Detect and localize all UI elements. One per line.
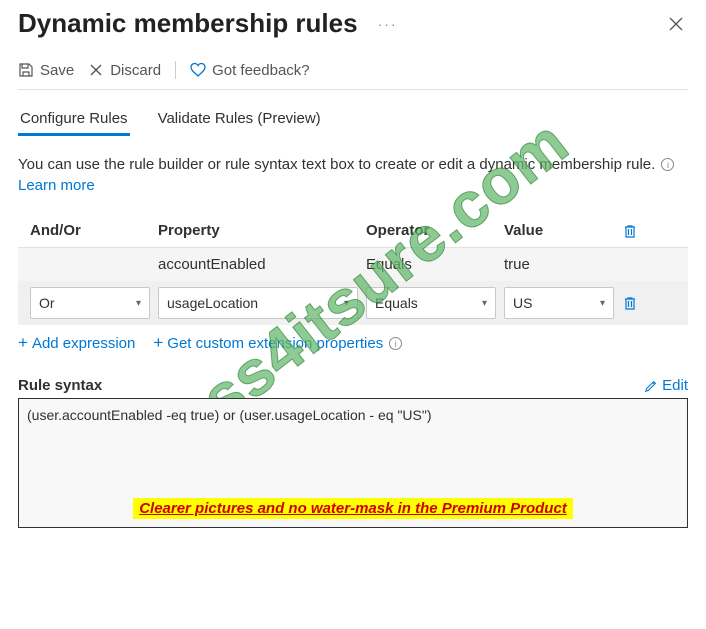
tab-validate-rules[interactable]: Validate Rules (Preview)	[156, 104, 323, 136]
dynamic-membership-panel: Pass4itsure.com Dynamic membership rules…	[0, 0, 706, 546]
rule-syntax-label: Rule syntax	[18, 377, 102, 394]
toolbar: Save Discard Got feedback?	[18, 57, 688, 90]
rule-builder-table: And/Or Property Operator Value accountEn…	[18, 214, 688, 325]
info-icon[interactable]: i	[661, 158, 674, 171]
delete-all-button[interactable]	[622, 223, 652, 239]
description-body: You can use the rule builder or rule syn…	[18, 156, 655, 173]
close-icon	[668, 16, 684, 32]
promo-text: Clearer pictures and no water-mask in th…	[133, 498, 573, 519]
rule-syntax-box[interactable]: (user.accountEnabled -eq true) or (user.…	[18, 398, 688, 528]
property-dropdown[interactable]: usageLocation ▾	[158, 287, 358, 319]
tabs: Configure Rules Validate Rules (Preview)	[18, 104, 688, 136]
more-menu[interactable]: ···	[378, 16, 398, 32]
rule-syntax-header: Rule syntax Edit	[18, 377, 688, 394]
andor-value: Or	[39, 295, 55, 311]
heart-icon	[190, 62, 206, 78]
cell-operator: Equals	[366, 256, 496, 273]
close-button[interactable]	[664, 12, 688, 36]
info-icon[interactable]: i	[389, 337, 402, 350]
property-value: usageLocation	[167, 295, 258, 311]
col-header-andor: And/Or	[20, 222, 150, 239]
plus-icon: +	[153, 333, 163, 353]
table-header-row: And/Or Property Operator Value	[18, 214, 688, 248]
promo-banner: Clearer pictures and no water-mask in th…	[19, 500, 687, 517]
get-extension-properties-button[interactable]: + Get custom extension properties i	[153, 333, 402, 353]
operator-dropdown[interactable]: Equals ▾	[366, 287, 496, 319]
col-header-property: Property	[158, 222, 358, 239]
andor-dropdown[interactable]: Or ▾	[30, 287, 150, 319]
col-header-value: Value	[504, 222, 614, 239]
add-expression-button[interactable]: + Add expression	[18, 333, 135, 353]
chevron-down-icon: ▾	[482, 298, 487, 309]
operator-value: Equals	[375, 295, 418, 311]
chevron-down-icon: ▾	[136, 298, 141, 309]
cell-value: true	[504, 256, 614, 273]
save-icon	[18, 62, 34, 78]
panel-title: Dynamic membership rules	[18, 8, 358, 39]
table-row: Or ▾ usageLocation ▾ Equals ▾ US ▾	[18, 281, 688, 325]
trash-icon	[622, 295, 638, 311]
edit-syntax-button[interactable]: Edit	[644, 377, 688, 394]
table-row: accountEnabled Equals true	[18, 248, 688, 281]
learn-more-link[interactable]: Learn more	[18, 177, 95, 194]
rule-syntax-text: (user.accountEnabled -eq true) or (user.…	[27, 407, 432, 423]
pencil-icon	[644, 379, 658, 393]
delete-row-button[interactable]	[622, 295, 652, 311]
discard-button[interactable]: Discard	[88, 62, 161, 79]
trash-icon	[622, 223, 638, 239]
discard-icon	[88, 62, 104, 78]
actions-row: + Add expression + Get custom extension …	[18, 333, 688, 353]
tab-configure-rules[interactable]: Configure Rules	[18, 104, 130, 136]
toolbar-separator	[175, 61, 176, 79]
description-text: You can use the rule builder or rule syn…	[18, 154, 688, 196]
cell-property: accountEnabled	[158, 256, 358, 273]
feedback-button[interactable]: Got feedback?	[190, 62, 310, 79]
chevron-down-icon: ▾	[344, 298, 349, 309]
panel-header: Dynamic membership rules ···	[18, 8, 688, 39]
col-header-operator: Operator	[366, 222, 496, 239]
add-expression-label: Add expression	[32, 335, 135, 352]
chevron-down-icon: ▾	[600, 298, 605, 309]
feedback-label: Got feedback?	[212, 62, 310, 79]
get-ext-label: Get custom extension properties	[167, 335, 383, 352]
value-dropdown[interactable]: US ▾	[504, 287, 614, 319]
save-button[interactable]: Save	[18, 62, 74, 79]
save-label: Save	[40, 62, 74, 79]
value-value: US	[513, 295, 532, 311]
edit-label: Edit	[662, 377, 688, 394]
discard-label: Discard	[110, 62, 161, 79]
plus-icon: +	[18, 333, 28, 353]
